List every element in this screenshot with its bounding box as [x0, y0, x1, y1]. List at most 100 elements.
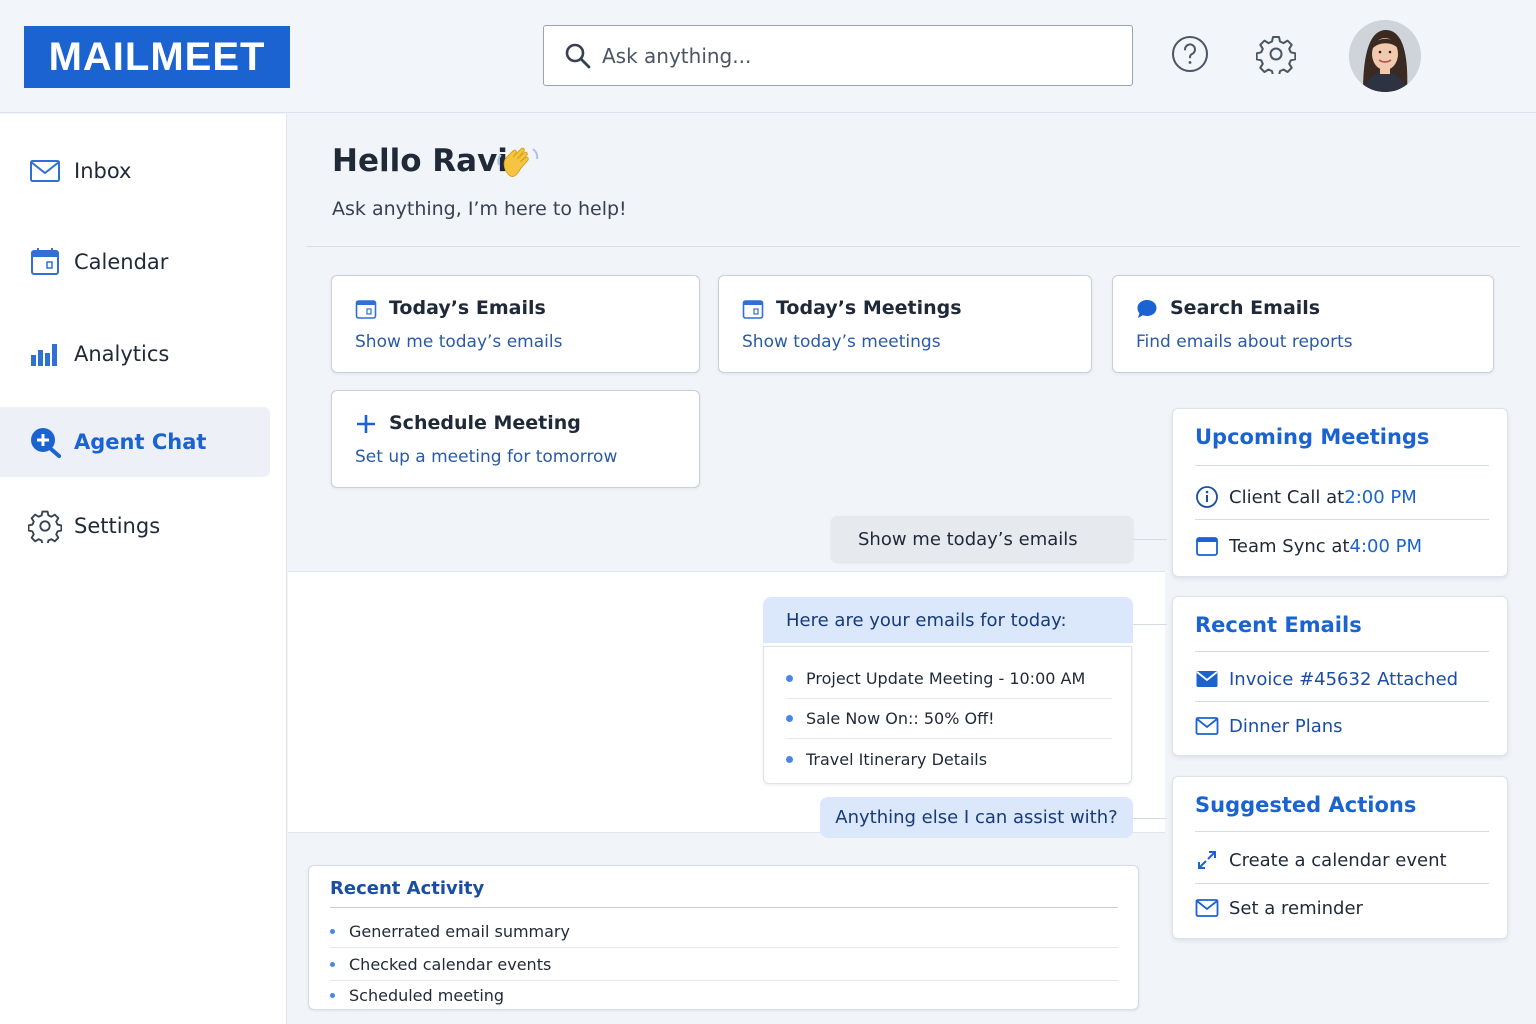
divider — [1195, 883, 1489, 884]
sidebar-item-inbox[interactable]: Inbox — [0, 136, 270, 206]
recent-email-item[interactable]: Invoice #45632 Attached — [1195, 656, 1489, 702]
settings-gear-icon[interactable] — [1256, 34, 1296, 74]
sidebar-item-analytics[interactable]: Analytics — [0, 319, 270, 389]
upcoming-meetings-panel: Upcoming Meetings Client Call at 2:00 PM… — [1172, 408, 1508, 577]
bullet-icon — [786, 755, 793, 763]
connector-line — [1133, 539, 1167, 540]
divider — [330, 907, 1118, 908]
sidebar-item-label: Agent Chat — [74, 430, 207, 454]
sidebar-item-label: Settings — [74, 514, 161, 538]
quick-action-todays-meetings[interactable]: Today’s Meetings Show today’s meetings — [718, 275, 1092, 373]
card-subtitle: Set up a meeting for tomorrow — [355, 447, 618, 467]
connector-line — [1133, 818, 1167, 819]
bullet-icon — [786, 715, 793, 722]
bullet-icon — [330, 961, 335, 967]
panel-title: Recent Activity — [330, 878, 485, 899]
mail-icon — [1195, 717, 1219, 735]
quick-action-schedule-meeting[interactable]: Schedule Meeting Set up a meeting for to… — [331, 390, 700, 488]
user-message-bubble: Show me today’s emails — [831, 516, 1133, 562]
meeting-time: 4:00 PM — [1349, 535, 1423, 557]
help-icon[interactable] — [1170, 34, 1210, 74]
expand-arrows-icon — [1198, 851, 1216, 869]
panel-title: Upcoming Meetings — [1195, 425, 1430, 449]
mail-icon — [1195, 899, 1219, 917]
suggested-actions-panel: Suggested Actions Create a calendar even… — [1172, 776, 1508, 939]
bullet-icon — [330, 928, 335, 934]
avatar-portrait-icon — [1349, 20, 1421, 92]
recent-email-subject: Dinner Plans — [1229, 715, 1343, 737]
meeting-label: Client Call at — [1229, 486, 1345, 508]
panel-title: Suggested Actions — [1195, 793, 1417, 817]
bullet-icon — [330, 992, 335, 998]
email-subject: Project Update Meeting - 10:00 AM — [806, 669, 1086, 688]
sidebar-item-calendar[interactable]: Calendar — [0, 227, 270, 297]
chat-bubble-icon — [1137, 300, 1157, 318]
sidebar-item-label: Calendar — [74, 250, 169, 274]
app-logo[interactable]: MAILMEET — [24, 26, 290, 88]
email-result-item[interactable]: Sale Now On:: 50% Off! — [786, 699, 1112, 739]
email-result-item[interactable]: Travel Itinerary Details — [786, 739, 1112, 779]
recent-email-subject: Invoice #45632 Attached — [1229, 668, 1459, 690]
user-avatar[interactable] — [1349, 20, 1421, 92]
search-bar[interactable] — [543, 25, 1133, 86]
sidebar-item-agent-chat[interactable]: Agent Chat — [0, 407, 270, 477]
card-subtitle: Find emails about reports — [1136, 332, 1353, 352]
assistant-message-bubble: Here are your emails for today: — [763, 597, 1133, 643]
activity-item: Generrated email summary — [330, 915, 1118, 948]
divider — [1195, 651, 1489, 652]
activity-text: Scheduled meeting — [349, 985, 505, 1005]
search-input[interactable] — [602, 36, 1112, 76]
recent-activity-panel: Recent Activity Generrated email summary… — [308, 865, 1139, 1010]
email-subject: Sale Now On:: 50% Off! — [806, 709, 995, 728]
activity-item: Checked calendar events — [330, 948, 1118, 981]
calendar-icon — [355, 300, 377, 319]
card-title: Schedule Meeting — [389, 412, 581, 434]
meeting-item[interactable]: Team Sync at 4:00 PM — [1195, 523, 1489, 569]
top-header: MAILMEET — [0, 0, 1536, 113]
assistant-followup-bubble: Anything else I can assist with? — [820, 797, 1133, 838]
mail-icon — [1196, 671, 1218, 687]
card-title: Search Emails — [1170, 297, 1321, 319]
email-result-list: Project Update Meeting - 10:00 AM Sale N… — [763, 646, 1132, 784]
panel-title: Recent Emails — [1195, 613, 1362, 637]
sidebar-item-label: Inbox — [74, 159, 132, 183]
meeting-time: 2:00 PM — [1344, 486, 1417, 508]
sidebar: Inbox Calendar Analytics Agent Chat Sett… — [0, 114, 287, 1024]
card-subtitle: Show today’s meetings — [742, 332, 941, 352]
activity-text: Checked calendar events — [349, 954, 552, 974]
sidebar-item-label: Analytics — [74, 342, 170, 366]
info-icon — [1196, 486, 1218, 508]
page-subtitle: Ask anything, I’m here to help! — [332, 198, 627, 220]
suggested-action-item[interactable]: Set a reminder — [1195, 885, 1489, 931]
connector-line — [1133, 624, 1167, 625]
quick-action-todays-emails[interactable]: Today’s Emails Show me today’s emails — [331, 275, 700, 373]
divider — [1195, 465, 1489, 466]
activity-text: Generrated email summary — [349, 921, 570, 941]
bullet-icon — [786, 675, 793, 682]
bar-chart-icon — [31, 344, 57, 366]
meeting-item[interactable]: Client Call at 2:00 PM — [1195, 474, 1489, 520]
quick-action-search-emails[interactable]: Search Emails Find emails about reports — [1112, 275, 1494, 373]
page-title: Hello Ravi — [332, 143, 508, 179]
card-title: Today’s Meetings — [776, 297, 962, 319]
search-icon — [565, 43, 591, 69]
activity-item: Scheduled meeting — [330, 980, 1118, 1010]
divider — [1195, 519, 1489, 520]
divider — [306, 246, 1520, 247]
calendar-icon — [742, 300, 764, 319]
card-title: Today’s Emails — [389, 297, 546, 319]
waving-hand-icon — [497, 147, 539, 178]
suggested-action-item[interactable]: Create a calendar event — [1195, 837, 1489, 883]
card-subtitle: Show me today’s emails — [355, 332, 563, 352]
suggested-action-label: Set a reminder — [1229, 897, 1363, 919]
calendar-icon — [1196, 537, 1218, 556]
divider — [1195, 701, 1489, 702]
suggested-action-label: Create a calendar event — [1229, 849, 1447, 871]
recent-email-item[interactable]: Dinner Plans — [1195, 703, 1489, 749]
email-result-item[interactable]: Project Update Meeting - 10:00 AM — [786, 659, 1112, 699]
gear-icon — [28, 510, 62, 543]
mail-icon — [30, 160, 60, 182]
email-subject: Travel Itinerary Details — [806, 749, 988, 769]
recent-emails-panel: Recent Emails Invoice #45632 Attached Di… — [1172, 596, 1508, 756]
sidebar-item-settings[interactable]: Settings — [0, 491, 270, 561]
